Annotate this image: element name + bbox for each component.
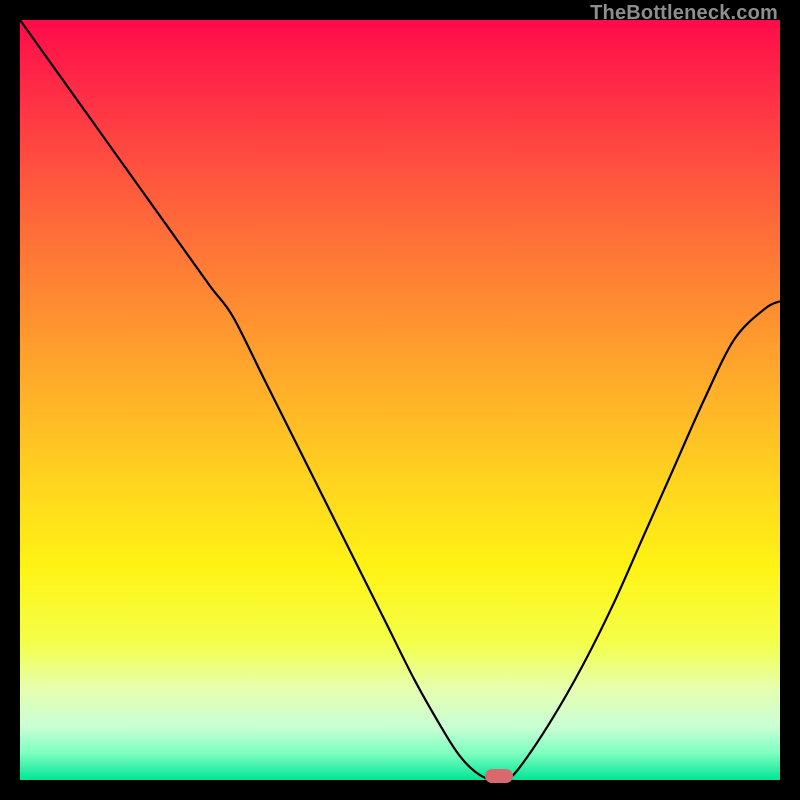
chart-frame: TheBottleneck.com [0,0,800,800]
gradient-background [20,20,780,780]
optimal-marker [485,769,513,783]
watermark-text: TheBottleneck.com [590,2,778,25]
chart-plot [0,0,800,800]
